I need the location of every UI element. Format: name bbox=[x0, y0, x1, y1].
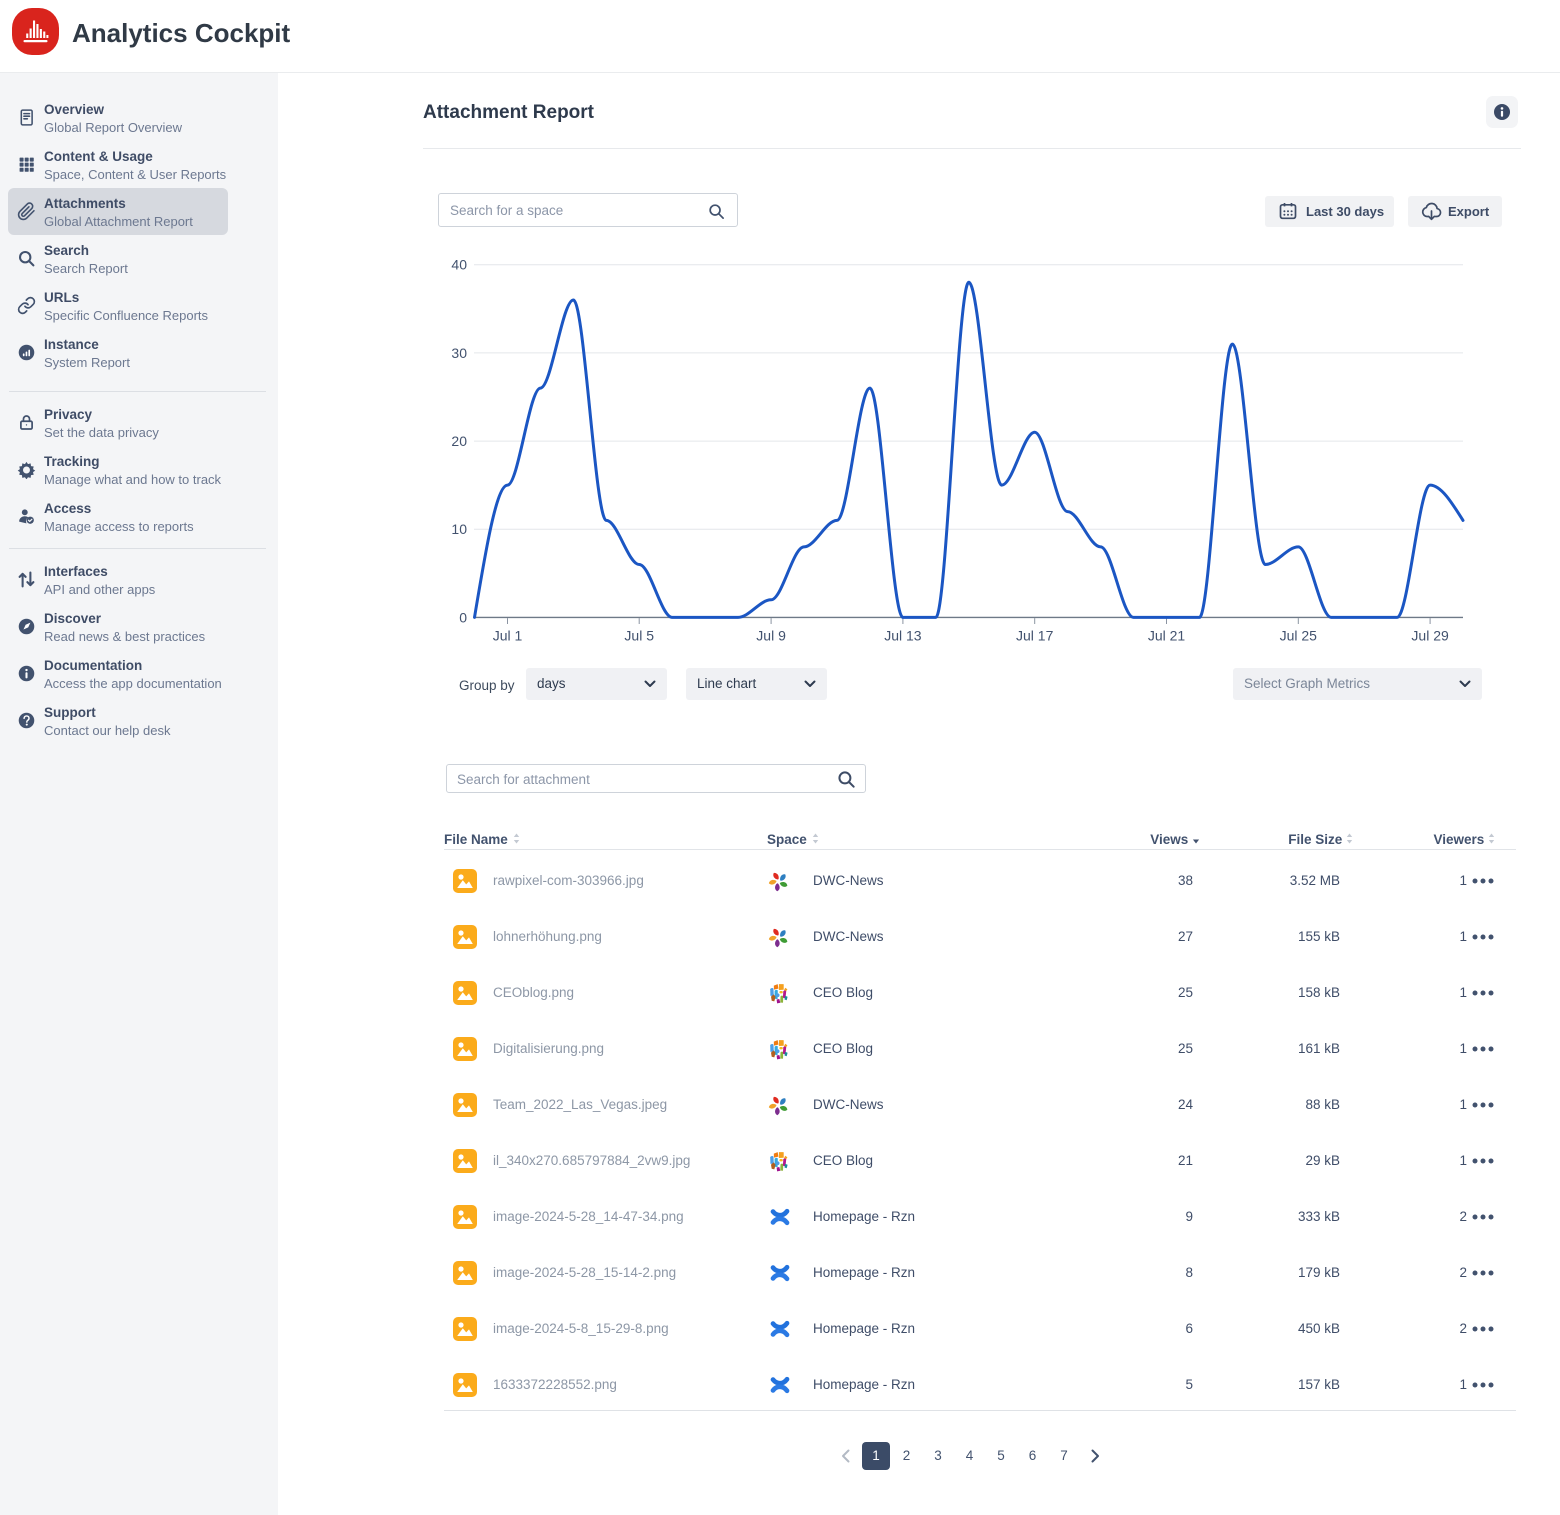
svg-text:Jul 1: Jul 1 bbox=[493, 628, 523, 644]
svg-text:40: 40 bbox=[451, 257, 467, 273]
svg-text:Jul 29: Jul 29 bbox=[1411, 628, 1449, 644]
svg-text:0: 0 bbox=[459, 609, 467, 625]
svg-text:Jul 17: Jul 17 bbox=[1016, 628, 1054, 644]
svg-text:10: 10 bbox=[451, 521, 467, 537]
svg-text:Jul 5: Jul 5 bbox=[624, 628, 654, 644]
svg-text:Jul 13: Jul 13 bbox=[884, 628, 922, 644]
svg-text:Jul 21: Jul 21 bbox=[1148, 628, 1186, 644]
svg-text:Jul 25: Jul 25 bbox=[1280, 628, 1318, 644]
svg-text:30: 30 bbox=[451, 345, 467, 361]
svg-text:20: 20 bbox=[451, 433, 467, 449]
svg-text:Jul 9: Jul 9 bbox=[756, 628, 786, 644]
